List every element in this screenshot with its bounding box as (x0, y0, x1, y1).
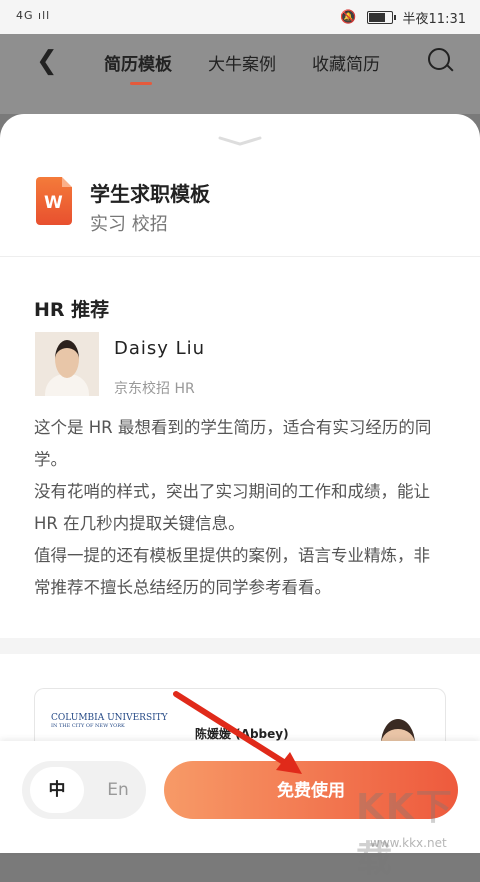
template-tags: 实习 校招 (90, 214, 168, 235)
desc-paragraph: 这个是 HR 最想看到的学生简历，适合有实习经历的同学。 (34, 418, 432, 469)
preview-name: 陈媛媛 (Abbey) (195, 727, 289, 741)
desc-paragraph: 没有花哨的样式，突出了实习期间的工作和成绩，能让 HR 在几秒内提取关键信息。 (34, 482, 430, 533)
template-title: 学生求职模板 (90, 182, 210, 206)
lang-en-option[interactable]: En (96, 767, 140, 813)
hr-description: 这个是 HR 最想看到的学生简历，适合有实习经历的同学。 没有花哨的样式，突出了… (34, 412, 446, 604)
hr-name: Daisy Liu (114, 338, 206, 359)
watermark: KK下载 (356, 787, 454, 880)
search-icon[interactable] (428, 48, 450, 70)
chevron-down-icon[interactable] (218, 136, 262, 146)
mute-icon: 🔕 (340, 10, 357, 25)
tab-cases[interactable]: 大牛案例 (208, 50, 276, 75)
tab-favorites[interactable]: 收藏简历 (312, 50, 380, 75)
hr-role: 京东校招 HR (114, 381, 195, 397)
avatar (35, 332, 99, 396)
divider (0, 256, 480, 257)
hr-heading: HR 推荐 (34, 299, 110, 321)
section-separator (0, 638, 480, 654)
battery-icon (366, 11, 396, 24)
tab-templates[interactable]: 简历模板 (104, 50, 172, 85)
desc-paragraph: 值得一提的还有模板里提供的案例，语言专业精炼，非常推荐不擅长总结经历的同学参考看… (34, 546, 430, 597)
top-nav: ❮ 简历模板 大牛案例 收藏简历 (0, 34, 480, 114)
template-icon: W (36, 177, 72, 225)
clock: 半夜11:31 (402, 12, 466, 27)
lang-zh-option[interactable]: 中 (30, 767, 84, 813)
university-logo: COLUMBIA UNIVERSITY IN THE CITY OF NEW Y… (51, 713, 168, 729)
template-sheet: W 学生求职模板 实习 校招 HR 推荐 Daisy Liu 京东校招 HR 这… (0, 114, 480, 853)
watermark-url: www.kkx.net (370, 836, 447, 850)
back-icon[interactable]: ❮ (36, 46, 58, 76)
language-toggle[interactable]: 中 En (22, 761, 146, 819)
signal-icon: 4G ıll (16, 9, 51, 22)
status-bar: 4G ıll 🔕 半夜11:31 (0, 0, 480, 34)
